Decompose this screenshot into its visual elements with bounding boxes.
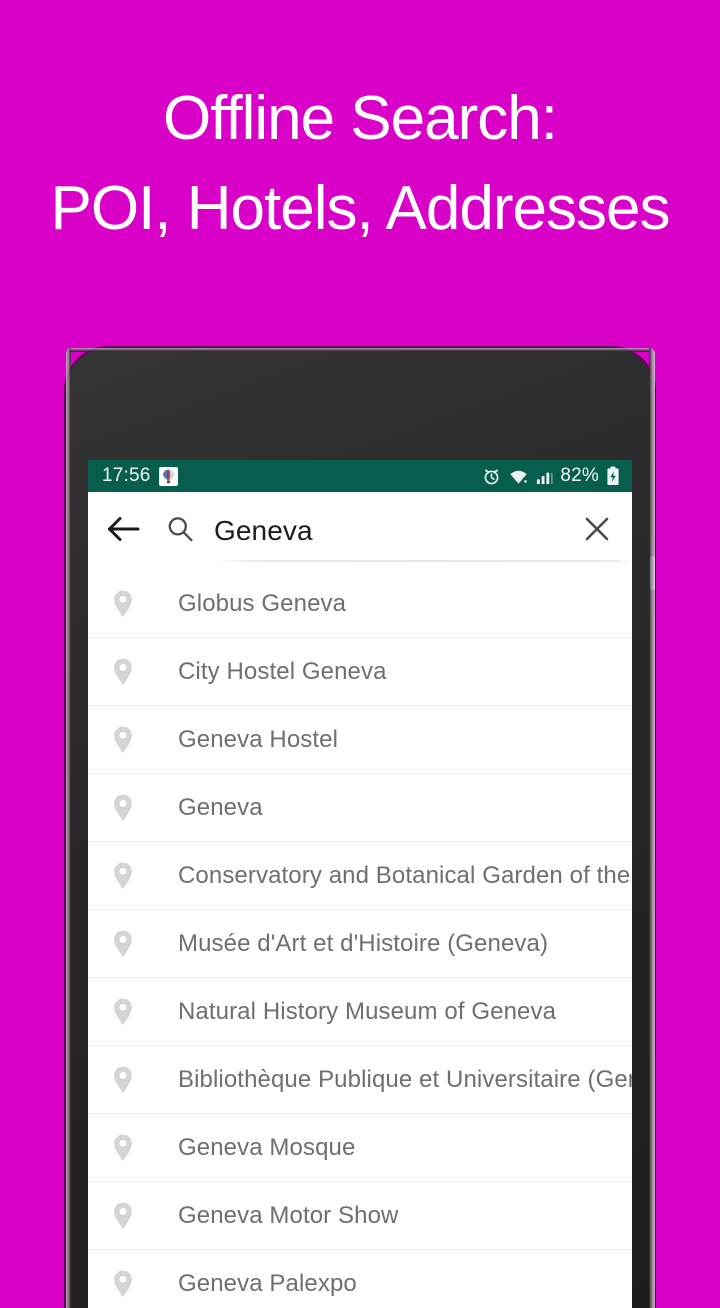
status-bar-left: 17:56	[102, 465, 178, 487]
list-item[interactable]: City Hostel Geneva	[88, 638, 632, 706]
search-input[interactable]: Geneva	[214, 515, 562, 547]
hot-air-balloon-icon	[158, 466, 178, 486]
map-pin-icon	[88, 657, 158, 687]
map-pin-icon	[88, 1201, 158, 1231]
phone-power-button[interactable]	[650, 556, 655, 590]
list-item-label: Natural History Museum of Geneva	[178, 997, 557, 1025]
search-results-list: Globus Geneva City Hostel Geneva Geneva …	[88, 570, 632, 1308]
status-bar: 17:56 82%	[88, 460, 632, 492]
close-icon	[582, 514, 612, 549]
search-field-underline	[220, 560, 632, 562]
back-arrow-icon	[107, 515, 141, 548]
list-item[interactable]: Musée d'Art et d'Histoire (Geneva)	[88, 910, 632, 978]
list-item-label: Musée d'Art et d'Histoire (Geneva)	[178, 929, 549, 957]
back-button[interactable]	[92, 515, 156, 548]
promo-headline: Offline Search: POI, Hotels, Addresses	[0, 74, 720, 254]
list-item-label: City Hostel Geneva	[178, 657, 387, 685]
search-bar: Geneva	[88, 492, 632, 570]
list-item-label: Conservatory and Botanical Garden of the…	[178, 861, 632, 889]
cellular-signal-icon	[536, 468, 553, 485]
wifi-icon	[508, 468, 529, 485]
list-item-label: Bibliothèque Publique et Universitaire (…	[178, 1065, 632, 1093]
list-item[interactable]: Conservatory and Botanical Garden of the…	[88, 842, 632, 910]
list-item-label: Geneva Motor Show	[178, 1201, 399, 1229]
map-pin-icon	[88, 1065, 158, 1095]
phone-screen: 17:56 82% Geneva Globus Geneva City Host…	[88, 460, 632, 1308]
list-item-label: Geneva Hostel	[178, 725, 339, 753]
phone-bezel-left-highlight	[66, 348, 71, 1308]
list-item[interactable]: Geneva Palexpo	[88, 1250, 632, 1308]
list-item[interactable]: Bibliothèque Publique et Universitaire (…	[88, 1046, 632, 1114]
phone-bezel-top-highlight	[66, 348, 654, 352]
list-item-label: Geneva Mosque	[178, 1133, 356, 1161]
map-pin-icon	[88, 589, 158, 619]
search-icon-container	[156, 515, 204, 548]
battery-percent-label: 82%	[560, 465, 599, 486]
list-item[interactable]: Geneva	[88, 774, 632, 842]
map-pin-icon	[88, 1269, 158, 1299]
map-pin-icon	[88, 725, 158, 755]
search-icon	[166, 515, 194, 548]
status-bar-right: 82%	[482, 465, 620, 487]
list-item[interactable]: Geneva Mosque	[88, 1114, 632, 1182]
list-item[interactable]: Geneva Hostel	[88, 706, 632, 774]
alarm-clock-icon	[482, 467, 501, 486]
list-item[interactable]: Globus Geneva	[88, 570, 632, 638]
battery-charging-icon	[606, 466, 620, 486]
map-pin-icon	[88, 997, 158, 1027]
map-pin-icon	[88, 929, 158, 959]
map-pin-icon	[88, 1133, 158, 1163]
list-item-label: Geneva	[178, 793, 263, 821]
headline-line-1: Offline Search:	[163, 84, 558, 153]
map-pin-icon	[88, 861, 158, 891]
list-item-label: Globus Geneva	[178, 589, 347, 617]
list-item[interactable]: Geneva Motor Show	[88, 1182, 632, 1250]
map-pin-icon	[88, 793, 158, 823]
status-clock: 17:56	[102, 465, 151, 486]
list-item[interactable]: Natural History Museum of Geneva	[88, 978, 632, 1046]
headline-line-2: POI, Hotels, Addresses	[50, 174, 671, 243]
phone-bezel-right-highlight	[649, 348, 655, 1308]
list-item-label: Geneva Palexpo	[178, 1269, 357, 1297]
clear-search-button[interactable]	[562, 514, 632, 549]
